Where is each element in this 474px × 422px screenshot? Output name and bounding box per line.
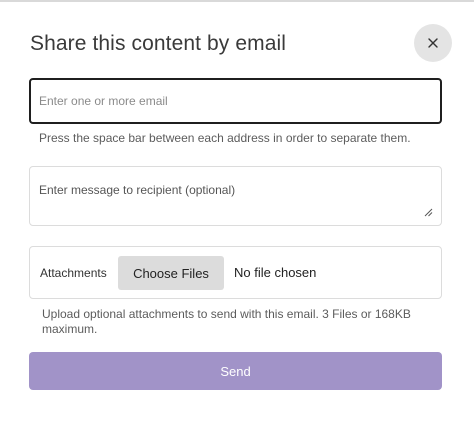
attachments-section: Attachments Choose Files No file chosen <box>29 246 442 299</box>
file-status-text: No file chosen <box>234 265 317 280</box>
message-field-container <box>29 166 442 226</box>
top-divider <box>0 0 474 2</box>
email-input[interactable] <box>29 78 442 124</box>
attachments-label: Attachments <box>40 266 107 280</box>
resize-handle-icon[interactable] <box>423 207 433 217</box>
attachments-help-text: Upload optional attachments to send with… <box>42 307 411 336</box>
send-button[interactable]: Send <box>29 352 442 390</box>
close-button[interactable] <box>414 24 452 62</box>
close-icon <box>428 38 438 48</box>
email-help-text: Press the space bar between each address… <box>39 131 411 145</box>
choose-files-button[interactable]: Choose Files <box>118 256 224 290</box>
message-textarea[interactable] <box>30 167 441 225</box>
dialog-title: Share this content by email <box>30 32 287 55</box>
